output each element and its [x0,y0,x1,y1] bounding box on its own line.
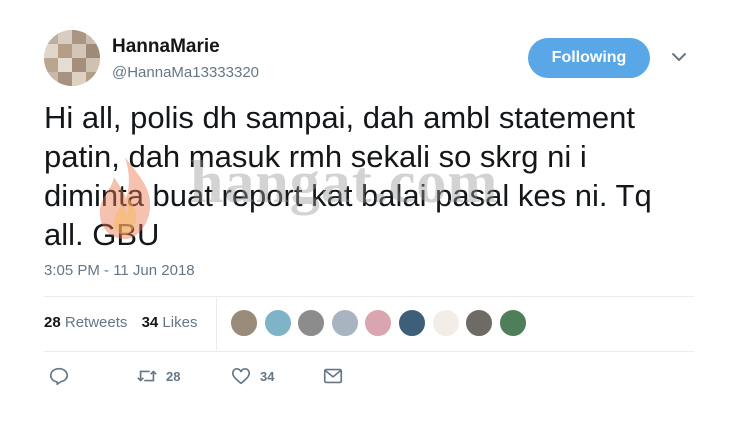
likes-stat[interactable]: 34 Likes [142,314,198,331]
engagement-stats: 28 Retweets 34 Likes [44,314,207,331]
retweet-icon [137,370,157,382]
heart-icon [231,368,251,385]
divider-bottom [44,351,694,352]
tweet-timestamp[interactable]: 3:05 PM - 11 Jun 2018 [44,262,195,279]
display-name[interactable]: HannaMarie [112,36,220,58]
likes-count: 34 [141,314,159,331]
direct-message-button[interactable] [322,364,344,388]
liker-avatar-8[interactable] [465,309,494,337]
liker-avatar-9[interactable] [498,309,527,337]
like-count: 34 [260,368,275,384]
envelope-icon [323,368,343,384]
liker-avatar-5[interactable] [364,309,393,337]
liker-avatar-2[interactable] [263,309,292,337]
retweets-stat[interactable]: 28 Retweets [44,314,127,331]
user-handle[interactable]: @HannaMa13333320 [112,64,259,81]
like-button[interactable]: 34 [230,364,274,388]
retweet-button[interactable]: 28 [136,364,180,388]
tweet-text: Hi all, polis dh sampai, dah ambl statem… [44,100,652,252]
retweets-count: 28 [44,314,61,331]
tweet-actions: 28 34 [44,364,404,388]
liker-avatar-3[interactable] [297,309,326,337]
divider-top [44,296,694,297]
liker-avatar-1[interactable] [230,309,258,337]
retweet-count: 28 [166,368,181,384]
likes-label: Likes [162,314,198,331]
liker-avatar-4[interactable] [330,309,359,337]
liker-avatar-6[interactable] [398,309,426,337]
reply-icon [49,367,69,386]
following-button[interactable]: Following [528,38,650,78]
retweets-label: Retweets [64,314,128,331]
reply-button[interactable] [48,364,70,388]
stats-divider [216,298,217,350]
user-avatar[interactable] [44,30,100,86]
liker-avatar-7[interactable] [431,309,460,337]
chevron-down-icon[interactable] [670,50,688,64]
